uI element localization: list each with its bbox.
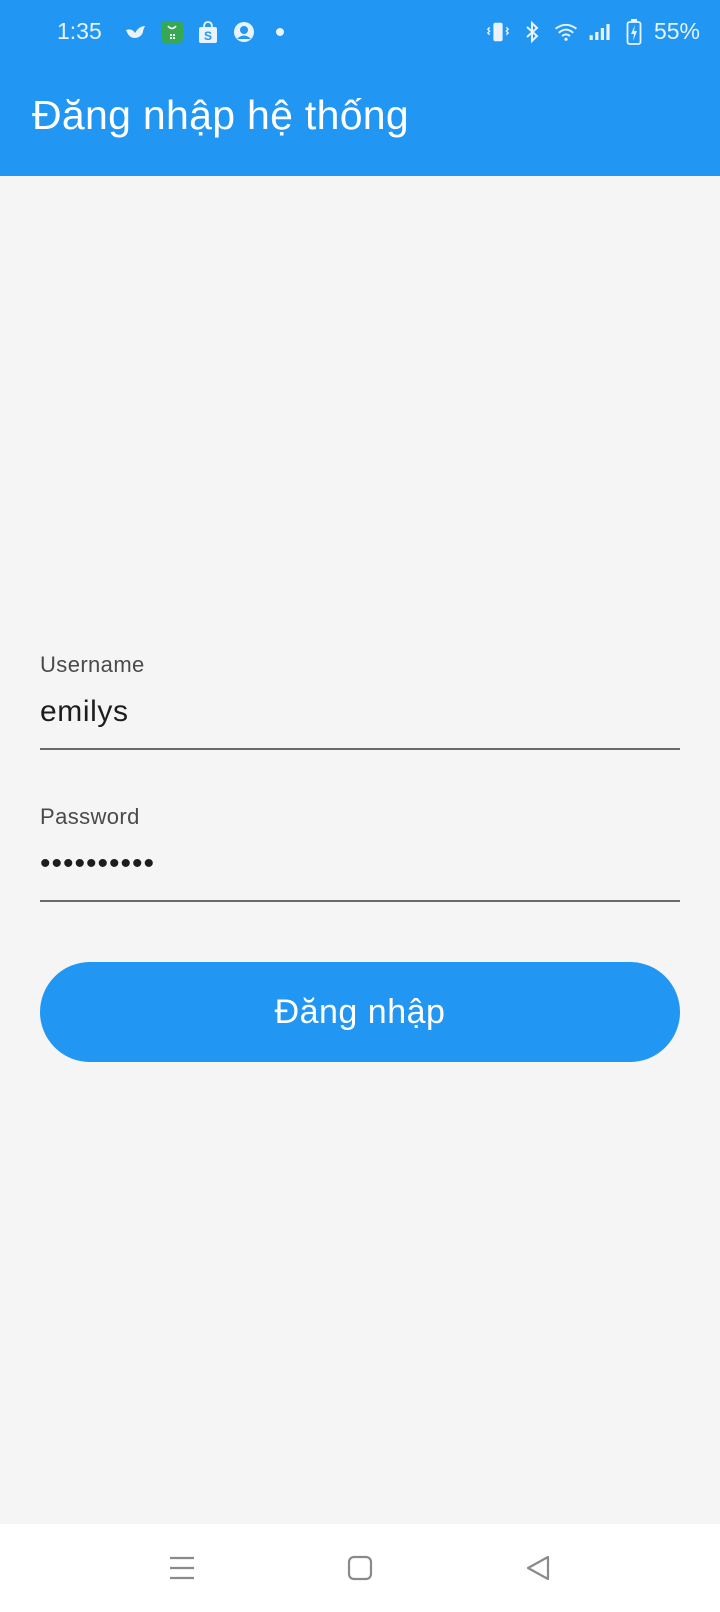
status-time: 1:35 <box>57 18 102 44</box>
system-icons: 55% <box>486 18 700 45</box>
login-button-label: Đăng nhập <box>274 992 446 1031</box>
password-underline <box>40 900 680 902</box>
bird-app-icon <box>124 20 148 44</box>
shopee-icon: S <box>196 20 220 44</box>
login-screen: 1:35 S 55% Đăng nhập hệ thống Username e… <box>0 0 720 1612</box>
password-input[interactable]: •••••••••• <box>40 844 680 884</box>
wifi-icon <box>554 20 578 44</box>
password-label: Password <box>40 804 140 829</box>
signal-icon <box>588 20 612 44</box>
battery-charging-icon <box>622 18 646 45</box>
battery-percentage: 55% <box>653 18 700 44</box>
home-icon[interactable] <box>338 1546 382 1590</box>
username-field[interactable]: Username emilys <box>40 652 680 752</box>
menu-icon[interactable] <box>160 1546 204 1590</box>
username-underline <box>40 748 680 750</box>
shopping-bag-green-icon <box>160 20 184 44</box>
status-bar: 1:35 S 55% <box>0 0 720 66</box>
vibrate-icon <box>486 20 510 44</box>
notification-dot-icon <box>268 20 292 44</box>
bluetooth-icon <box>520 20 544 44</box>
notification-icons: S <box>124 20 292 44</box>
login-button[interactable]: Đăng nhập <box>40 962 680 1062</box>
back-icon[interactable] <box>516 1546 560 1590</box>
app-header: 1:35 S 55% Đăng nhập hệ thống <box>0 0 720 176</box>
username-input[interactable]: emilys <box>40 692 680 732</box>
account-circle-icon <box>232 20 256 44</box>
password-field[interactable]: Password •••••••••• <box>40 804 680 904</box>
system-nav-bar <box>0 1524 720 1612</box>
page-title: Đăng nhập hệ thống <box>32 92 410 138</box>
username-label: Username <box>40 652 145 677</box>
svg-text:S: S <box>204 29 212 43</box>
